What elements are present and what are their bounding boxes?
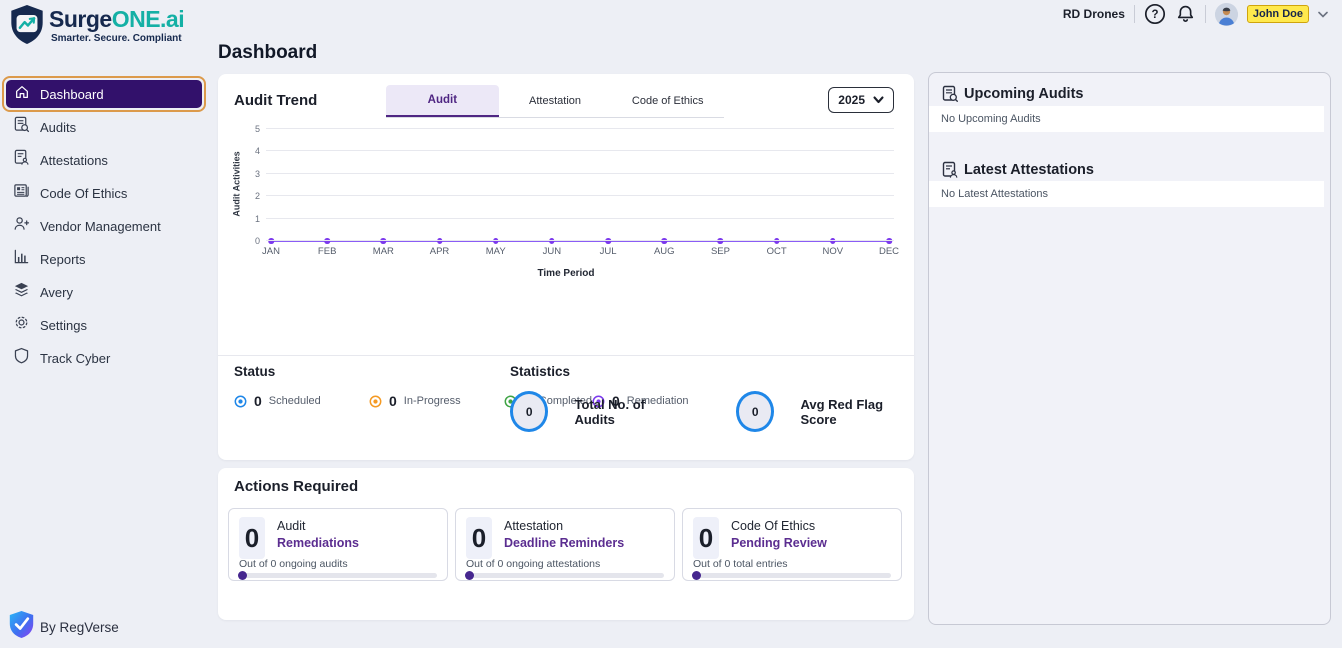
year-select[interactable]: 2025 <box>828 87 894 113</box>
total-audits-label: Total No. of Audits <box>574 396 645 427</box>
chevron-down-icon <box>873 96 884 104</box>
avg-red-flag-label: Avg Red Flag Score <box>800 396 884 427</box>
chart-y-axis-title: Audit Activities <box>232 151 242 217</box>
user-plus-icon <box>13 215 30 237</box>
progress-bar <box>692 571 891 580</box>
org-name: RD Drones <box>1062 7 1125 21</box>
sidebar-item-avery[interactable]: Avery <box>4 277 204 307</box>
actions-required-title: Actions Required <box>234 478 359 495</box>
total-audits-value: 0 <box>510 391 549 432</box>
chevron-down-icon[interactable] <box>1318 11 1328 18</box>
home-icon <box>14 84 30 105</box>
sidebar-item-label: Avery <box>40 284 73 300</box>
layers-icon <box>13 281 30 303</box>
topbar-right: RD Drones ? John Doe <box>1063 2 1328 26</box>
attestation-deadline-card[interactable]: 0 Attestation Deadline Reminders Out of … <box>455 508 675 581</box>
user-name-badge[interactable]: John Doe <box>1246 5 1309 23</box>
sidebar: Dashboard Audits Attestations Code Of Et… <box>0 60 209 648</box>
year-select-value: 2025 <box>838 93 865 107</box>
sidebar-item-audits[interactable]: Audits <box>4 112 204 142</box>
latest-attestations-empty: No Latest Attestations <box>929 181 1324 207</box>
right-panel: Upcoming Audits No Upcoming Audits Lates… <box>928 72 1331 625</box>
ethics-pending-review-card[interactable]: 0 Code Of Ethics Pending Review Out of 0… <box>682 508 902 581</box>
action-count: 0 <box>239 517 265 559</box>
sidebar-item-label: Track Cyber <box>40 350 111 366</box>
chart-plot-gridlines <box>266 128 894 244</box>
page-title: Dashboard <box>218 42 318 63</box>
sidebar-item-track-cyber[interactable]: Track Cyber <box>4 343 204 373</box>
brand-name: SurgeONE.ai <box>49 6 185 32</box>
statistics-title: Statistics <box>510 364 571 379</box>
chart-x-axis-title: Time Period <box>537 268 595 279</box>
audit-trend-tabs: Audit Attestation Code of Ethics <box>386 85 724 118</box>
latest-attestations-header: Latest Attestations <box>941 161 1094 179</box>
sidebar-item-reports[interactable]: Reports <box>4 244 204 274</box>
divider <box>1133 5 1135 23</box>
status-dot-icon <box>234 395 247 407</box>
tab-audit[interactable]: Audit <box>386 85 499 117</box>
status-scheduled: 0 Scheduled <box>234 389 369 413</box>
sidebar-item-label: Dashboard <box>40 86 104 102</box>
user-avatar[interactable] <box>1214 2 1238 26</box>
sidebar-item-settings[interactable]: Settings <box>4 310 204 340</box>
shield-icon <box>13 347 30 369</box>
audit-remediations-card[interactable]: 0 Audit Remediations Out of 0 ongoing au… <box>228 508 448 581</box>
actions-required-card: Actions Required 0 Audit Remediations Ou… <box>218 468 914 620</box>
upcoming-audits-header: Upcoming Audits <box>941 85 1083 103</box>
divider <box>218 355 914 356</box>
audit-trend-card: Audit Trend Audit Attestation Code of Et… <box>218 74 914 460</box>
sidebar-item-label: Reports <box>40 251 86 267</box>
regverse-byline: By RegVerse <box>8 610 119 644</box>
attestation-document-icon <box>942 161 958 178</box>
sidebar-item-label: Settings <box>40 317 87 333</box>
app-logo[interactable]: SurgeONE.ai Smarter. Secure. Compliant <box>8 3 185 51</box>
brand-tagline: Smarter. Secure. Compliant <box>51 33 182 44</box>
progress-bar <box>465 571 664 580</box>
sidebar-item-label: Code Of Ethics <box>40 185 128 201</box>
status-dot-icon <box>369 395 382 407</box>
tab-attestation[interactable]: Attestation <box>499 85 612 117</box>
audit-document-icon <box>13 116 30 138</box>
chart-y-labels: 012345 <box>254 124 260 246</box>
avg-red-flag-value: 0 <box>736 391 775 432</box>
bar-chart-icon <box>13 248 30 270</box>
divider <box>1204 5 1206 23</box>
brand-shield-icon <box>8 3 46 51</box>
sidebar-item-label: Audits <box>40 119 77 135</box>
help-icon[interactable]: ? <box>1144 3 1166 25</box>
statistics-section: Statistics 0 Total No. of Audits 0 Avg R… <box>510 364 914 432</box>
audit-document-icon <box>942 85 958 102</box>
action-count: 0 <box>466 517 492 559</box>
newspaper-icon <box>13 182 30 204</box>
sidebar-item-code-of-ethics[interactable]: Code Of Ethics <box>4 178 204 208</box>
sidebar-item-dashboard[interactable]: Dashboard <box>2 76 206 112</box>
svg-text:?: ? <box>1151 9 1158 21</box>
sidebar-item-label: Vendor Management <box>40 218 161 234</box>
sidebar-item-attestations[interactable]: Attestations <box>4 145 204 175</box>
chart-plot <box>268 129 892 244</box>
status-in-progress: 0 In-Progress <box>369 389 504 413</box>
audit-trend-title: Audit Trend <box>234 92 318 109</box>
attestation-document-icon <box>13 149 30 171</box>
gear-icon <box>13 314 30 336</box>
sidebar-item-vendor-management[interactable]: Vendor Management <box>4 211 204 241</box>
audit-trend-chart: Audit Activities 012345 JAN FEB MAR APR MAY J… <box>232 124 900 279</box>
regverse-shield-icon <box>8 610 35 644</box>
regverse-byline-text: By RegVerse <box>40 619 119 635</box>
notifications-bell-icon[interactable] <box>1175 3 1196 25</box>
sidebar-item-label: Attestations <box>40 152 108 168</box>
tab-code-of-ethics[interactable]: Code of Ethics <box>611 85 724 117</box>
progress-bar <box>238 571 437 580</box>
upcoming-audits-empty: No Upcoming Audits <box>929 106 1324 132</box>
action-count: 0 <box>693 517 719 559</box>
